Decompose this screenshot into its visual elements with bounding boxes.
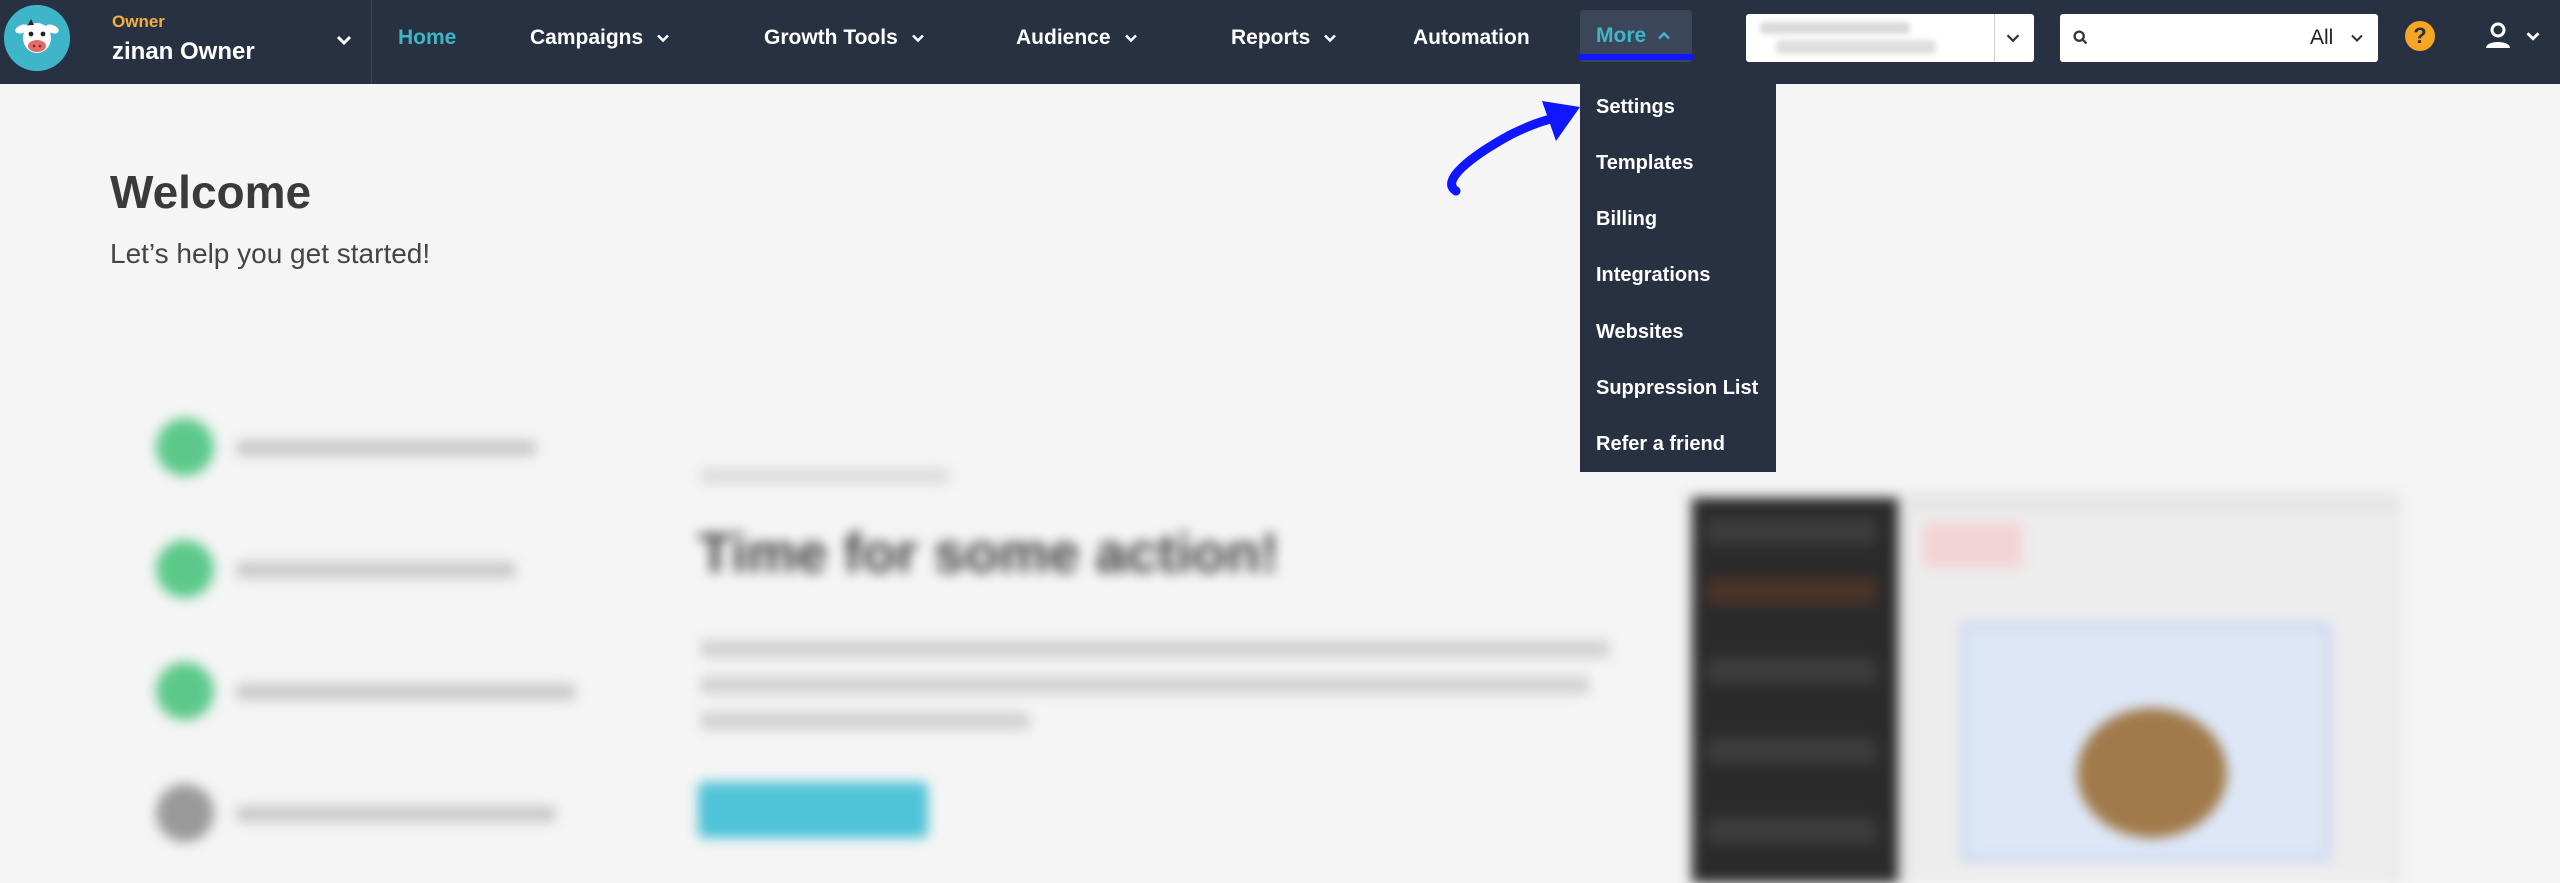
help-icon[interactable]: ?: [2405, 21, 2435, 51]
page-subtitle: Let’s help you get started!: [110, 238, 431, 269]
nav-campaigns-label: Campaigns: [530, 26, 644, 49]
nav-campaigns[interactable]: Campaigns: [530, 0, 673, 76]
card-cta-button[interactable]: [698, 782, 928, 838]
chevron-down-icon: [911, 34, 924, 43]
onboarding-step[interactable]: [156, 784, 616, 844]
account-name: zinan Owner: [112, 38, 255, 65]
logo-cow-icon[interactable]: [4, 5, 70, 71]
top-nav: Owner zinan Owner Home Campaigns Growth …: [0, 0, 2560, 84]
site-select[interactable]: [1746, 14, 2034, 62]
account-role: Owner: [112, 12, 165, 31]
step-label-blurred: [236, 562, 516, 578]
nav-reports[interactable]: Reports: [1231, 0, 1340, 76]
step-status-icon: [156, 784, 214, 842]
step-label-blurred: [236, 440, 536, 456]
preview-photo: [2077, 708, 2227, 838]
chevron-down-icon[interactable]: [2522, 25, 2544, 47]
page-title: Welcome: [110, 166, 312, 218]
chevron-down-icon: [2351, 34, 2364, 42]
menu-item-settings[interactable]: Settings: [1596, 87, 1675, 127]
preview-row: [1706, 818, 1876, 844]
chevron-down-icon: [1324, 34, 1337, 43]
preview-row: [1706, 518, 1876, 544]
step-status-icon: [156, 540, 214, 598]
preview-row: [1706, 738, 1876, 764]
onboarding-step[interactable]: [156, 540, 616, 600]
step-label-blurred: [236, 806, 556, 822]
preview-sidebar: [1692, 498, 1898, 883]
menu-item-integrations[interactable]: Integrations: [1596, 255, 1710, 295]
chevron-down-icon: [336, 35, 352, 46]
card-text-blurred: [700, 676, 1590, 694]
annotation-arrow-icon: [1447, 101, 1580, 196]
nav-growth-tools-label: Growth Tools: [764, 26, 898, 49]
card-text-blurred: [700, 640, 1610, 658]
preview-image: [1686, 492, 2400, 883]
nav-audience[interactable]: Audience: [1016, 0, 1141, 76]
menu-item-templates[interactable]: Templates: [1596, 143, 1693, 183]
nav-more-label: More: [1596, 24, 1647, 47]
nav-reports-label: Reports: [1231, 26, 1311, 49]
step-label-blurred: [236, 684, 576, 700]
search-bar[interactable]: All: [2060, 14, 2378, 62]
chevron-up-icon: [1658, 31, 1671, 40]
preview-badge: [1923, 522, 2023, 568]
card-eyebrow-blurred: [700, 468, 950, 484]
search-input[interactable]: [2100, 22, 2280, 54]
nav-growth-tools[interactable]: Growth Tools: [764, 0, 928, 76]
preview-row: [1706, 658, 1876, 684]
divider: [1994, 14, 1995, 62]
site-select-blurred-text: [1776, 40, 1936, 54]
search-filter-select[interactable]: All: [2310, 14, 2367, 62]
onboarding-step[interactable]: [156, 418, 616, 478]
nav-home[interactable]: Home: [398, 0, 456, 76]
user-icon[interactable]: [2482, 20, 2514, 52]
search-filter-value: All: [2310, 26, 2334, 49]
preview-frame: [1961, 622, 2331, 862]
nav-automation[interactable]: Automation: [1413, 0, 1530, 76]
preview-row: [1706, 578, 1876, 604]
chevron-down-icon: [1124, 34, 1137, 43]
step-status-icon: [156, 662, 214, 720]
card-text-blurred: [700, 712, 1030, 730]
account-switcher[interactable]: Owner zinan Owner: [92, 0, 372, 84]
menu-item-billing[interactable]: Billing: [1596, 199, 1657, 239]
chevron-down-icon: [2006, 34, 2020, 43]
nav-home-label: Home: [398, 26, 457, 49]
search-icon: [2073, 30, 2088, 45]
annotation-underline: [1578, 54, 1694, 60]
preview-canvas: [1911, 512, 2393, 883]
nav-automation-label: Automation: [1413, 26, 1530, 49]
menu-item-websites[interactable]: Websites: [1596, 312, 1683, 352]
chevron-down-icon: [657, 34, 670, 43]
menu-item-refer-a-friend[interactable]: Refer a friend: [1596, 424, 1725, 464]
step-status-icon: [156, 418, 214, 476]
menu-item-suppression-list[interactable]: Suppression List: [1596, 368, 1758, 408]
onboarding-step[interactable]: [156, 662, 616, 722]
nav-audience-label: Audience: [1016, 26, 1111, 49]
more-dropdown-menu: Settings Templates Billing Integrations …: [1580, 84, 1776, 472]
site-select-blurred-text: [1760, 22, 1910, 34]
card-title: Time for some action!: [698, 521, 1279, 584]
